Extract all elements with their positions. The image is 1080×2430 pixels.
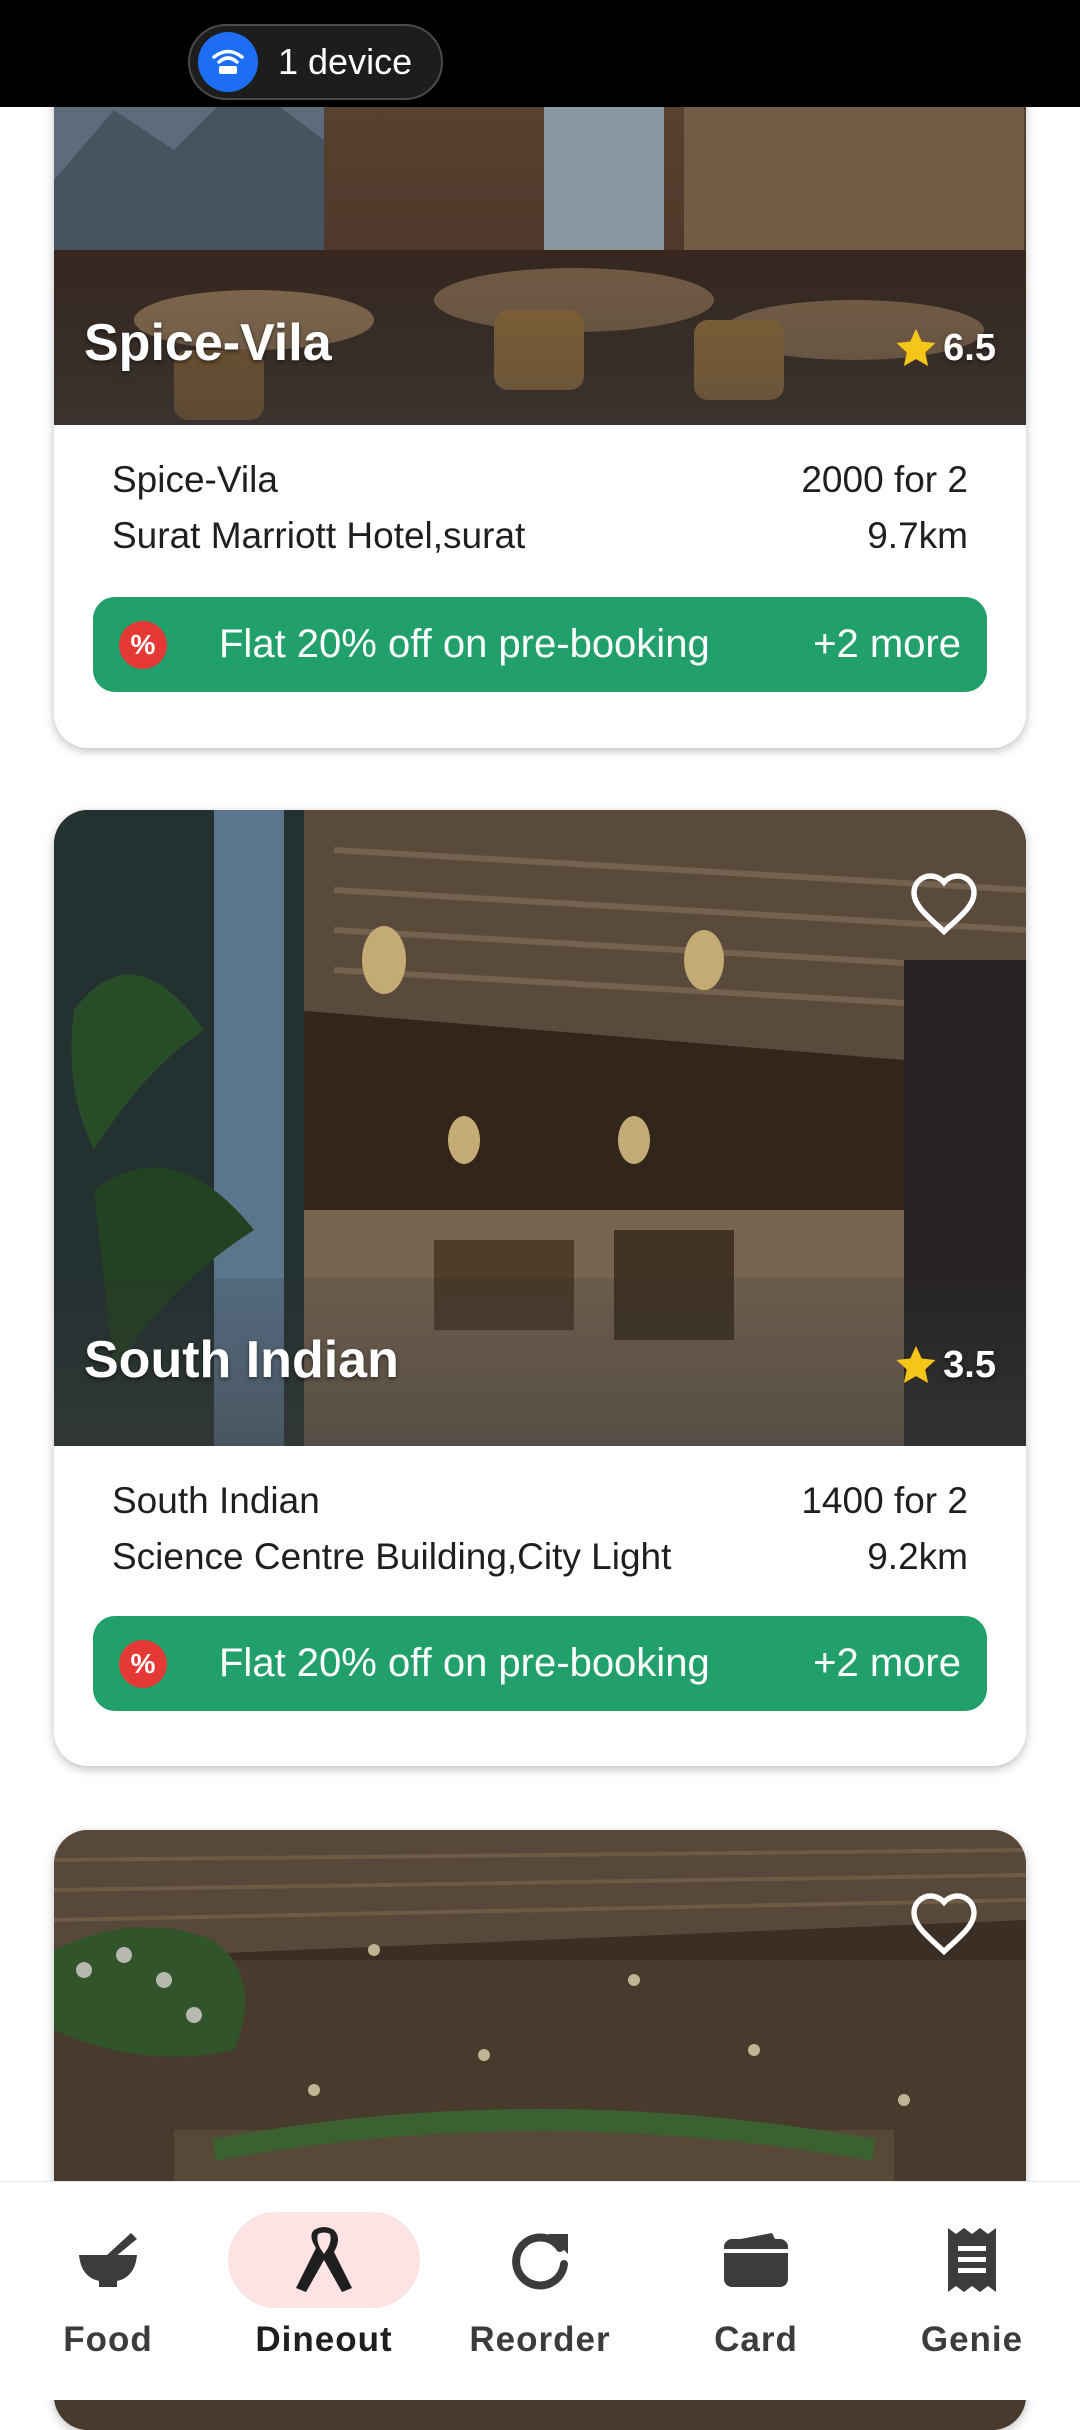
offer-text: Flat 20% off on pre-booking <box>219 1641 710 1685</box>
nav-item-genie[interactable]: Genie <box>864 2182 1080 2400</box>
nav-item-card[interactable]: Card <box>648 2182 864 2400</box>
offer-banner[interactable]: % Flat 20% off on pre-booking +2 more <box>93 1616 987 1711</box>
device-count-label: 1 device <box>278 41 413 82</box>
mortar-bowl-icon <box>79 2233 137 2287</box>
restaurant-info: Spice-Vila 2000 for 2 Surat Marriott Hot… <box>54 425 1026 748</box>
ribbon-icon <box>296 2227 352 2292</box>
nav-label: Food <box>63 2320 153 2359</box>
offer-text: Flat 20% off on pre-booking <box>219 622 710 666</box>
rating-value: 6.5 <box>943 326 996 369</box>
percent-discount-icon: % <box>119 1639 167 1688</box>
restaurant-title: South Indian <box>84 1331 399 1389</box>
favorite-heart-icon[interactable] <box>908 1890 980 1956</box>
percent-discount-icon: % <box>119 620 167 669</box>
restaurant-card[interactable]: Spice-Vila 6.5 Spice-Vila 2000 for 2 Sur… <box>54 0 1026 748</box>
nav-label: Reorder <box>469 2320 611 2359</box>
offer-banner[interactable]: % Flat 20% off on pre-booking +2 more <box>93 597 987 692</box>
restaurant-name: Spice-Vila <box>112 459 278 500</box>
refresh-icon <box>512 2233 568 2290</box>
restaurant-address: Surat Marriott Hotel,surat <box>112 515 526 556</box>
rating-value: 3.5 <box>943 1343 996 1386</box>
restaurant-distance: 9.2km <box>867 1536 968 1577</box>
price-for-two: 2000 for 2 <box>801 459 968 500</box>
nav-label: Dineout <box>255 2320 393 2359</box>
wifi-router-icon <box>198 32 258 92</box>
wallet-icon <box>724 2233 788 2287</box>
connected-devices-chip[interactable]: 1 device <box>188 24 443 100</box>
restaurant-card[interactable]: South Indian 3.5 South Indian 1400 for 2… <box>54 810 1026 1766</box>
nav-item-reorder[interactable]: Reorder <box>432 2182 648 2400</box>
nav-label: Genie <box>920 2320 1024 2359</box>
favorite-heart-icon[interactable] <box>908 870 980 936</box>
receipt-icon <box>948 2228 996 2292</box>
restaurant-info: South Indian 1400 for 2 Science Centre B… <box>54 1446 1026 1766</box>
restaurant-photo: South Indian 3.5 <box>54 810 1026 1446</box>
rating-badge: 3.5 <box>893 1342 996 1388</box>
restaurant-distance: 9.7km <box>867 515 968 556</box>
star-icon <box>896 1345 936 1384</box>
restaurant-name: South Indian <box>112 1480 320 1521</box>
nav-item-dineout[interactable]: Dineout <box>216 2182 432 2400</box>
nav-label: Card <box>714 2320 798 2359</box>
more-offers-link[interactable]: +2 more <box>813 622 961 667</box>
bottom-navigation: Food Dineout Reorder Card Genie <box>0 2181 1080 2400</box>
nav-item-food[interactable]: Food <box>0 2182 216 2400</box>
status-bar: 1 device <box>0 0 1080 107</box>
restaurant-feed[interactable]: Spice-Vila 6.5 Spice-Vila 2000 for 2 Sur… <box>0 0 1080 2430</box>
price-for-two: 1400 for 2 <box>801 1480 968 1521</box>
more-offers-link[interactable]: +2 more <box>813 1641 961 1686</box>
star-icon <box>896 328 936 367</box>
restaurant-title: Spice-Vila <box>84 314 332 372</box>
restaurant-address: Science Centre Building,City Light <box>112 1536 672 1577</box>
rating-badge: 6.5 <box>893 325 996 371</box>
